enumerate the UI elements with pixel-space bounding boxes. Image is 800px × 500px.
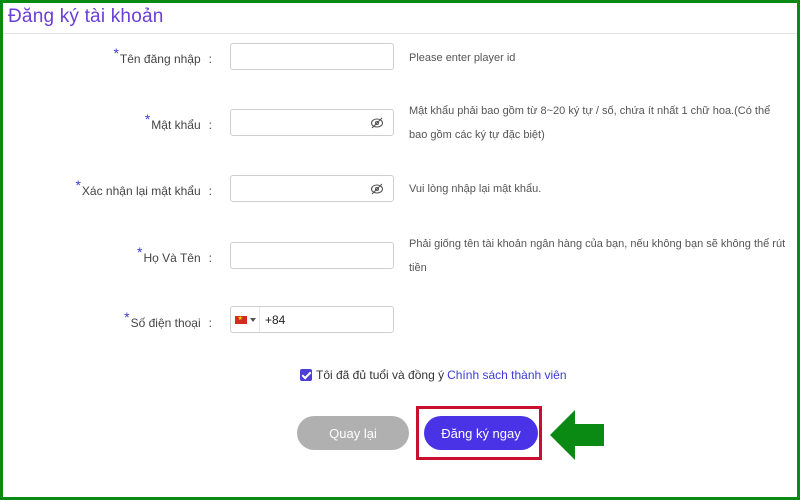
title-divider [3,33,797,34]
password-label: *Mật khẩu: [145,111,212,132]
label-colon: : [208,118,212,132]
eye-off-icon[interactable] [370,182,384,196]
arrow-left-icon [550,410,604,460]
full-name-field-box [230,242,394,269]
confirm-password-input[interactable] [231,176,393,201]
agreement-text: Tôi đã đủ tuổi và đồng ý [316,368,445,382]
username-label: *Tên đăng nhập: [113,45,212,66]
highlight-box [416,406,542,460]
country-selector[interactable] [231,307,260,332]
password-input[interactable] [231,110,393,135]
member-policy-link[interactable]: Chính sách thành viên [447,368,566,382]
agreement-row: Tôi đã đủ tuổi và đồng ý Chính sách thành… [300,368,567,382]
eye-off-icon[interactable] [370,116,384,130]
vietnam-flag-icon [234,315,247,324]
page-title: Đăng ký tài khoản [8,6,164,27]
label-colon: : [208,184,212,198]
confirm-password-field-box [230,175,394,202]
caret-down-icon [249,317,256,322]
full-name-input[interactable] [231,243,393,268]
agree-checkbox[interactable] [300,369,312,381]
username-field-box [230,43,394,70]
required-mark: * [75,177,81,193]
phone-label-text: Số điện thoại [130,316,201,330]
label-colon: : [208,316,212,330]
username-hint: Please enter player id [409,52,516,64]
full-name-hint: Phải giống tên tài khoản ngân hàng của b… [409,238,786,274]
confirm-password-label-text: Xác nhận lại mật khẩu [81,184,201,198]
confirm-password-hint: Vui lòng nhập lại mật khẩu. [409,183,542,195]
required-mark: * [113,45,119,61]
phone-field-box: +84 [230,306,394,333]
password-hint: Mật khẩu phải bao gồm từ 8~20 ký tự / số… [409,105,771,141]
phone-label: *Số điện thoại: [124,309,212,330]
username-label-text: Tên đăng nhập [119,52,201,66]
required-mark: * [144,111,151,127]
password-field-box [230,109,394,136]
label-colon: : [208,52,212,66]
required-mark: * [124,309,130,325]
required-mark: * [137,244,143,260]
label-colon: : [208,251,212,265]
username-input[interactable] [231,44,393,69]
full-name-label: *Họ Và Tên: [137,244,212,265]
back-button[interactable]: Quay lại [297,416,409,450]
phone-input[interactable]: +84 [265,313,285,327]
confirm-password-label: *Xác nhận lại mật khẩu: [75,177,212,198]
password-label-text: Mật khẩu [151,118,201,132]
full-name-label-text: Họ Và Tên [143,251,201,265]
